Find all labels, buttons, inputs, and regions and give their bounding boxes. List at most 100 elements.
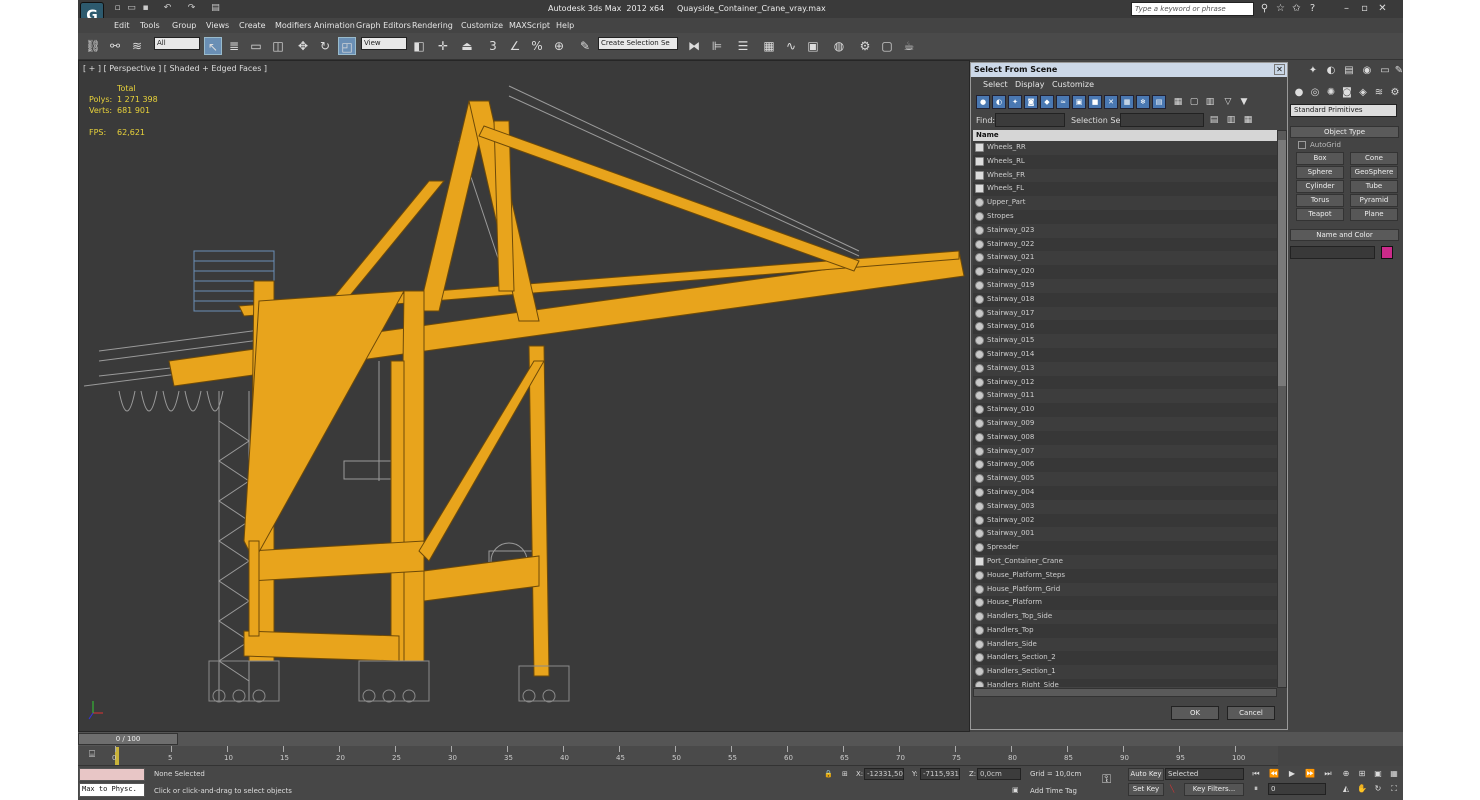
help-icon[interactable]: ? — [1306, 2, 1319, 15]
save-icon[interactable]: ▪ — [140, 3, 151, 14]
maxscript-output[interactable]: Max to Physc. — [79, 783, 145, 797]
zoom-extents-all-icon[interactable]: ▦ — [1388, 768, 1400, 780]
plane-button[interactable]: Plane — [1350, 208, 1398, 221]
close-icon[interactable]: ✕ — [1376, 2, 1389, 15]
rotate-icon[interactable]: ↻ — [316, 37, 334, 55]
binoculars-icon[interactable]: ⚲ — [1258, 2, 1271, 15]
filter-geometry-icon[interactable]: ● — [976, 95, 990, 109]
open-icon[interactable]: ▭ — [126, 3, 137, 14]
move-icon[interactable]: ✥ — [294, 37, 312, 55]
select-manipulate-icon[interactable]: ✛ — [434, 37, 452, 55]
time-slider-track[interactable]: 0 / 100 — [78, 732, 1403, 746]
list-item[interactable]: Stairway_011 — [973, 389, 1277, 403]
menu-modifiers[interactable]: Modifiers — [275, 21, 312, 30]
orbit-icon[interactable]: ↻ — [1372, 783, 1384, 795]
track-bar[interactable]: ⌸ 0 5 10 15 20 25 30 35 40 45 50 55 60 65 70 75 80 85 90 95… — [78, 746, 1278, 766]
next-frame-icon[interactable]: ⏩ — [1304, 768, 1316, 780]
scrollbar-thumb[interactable] — [1278, 140, 1286, 386]
torus-button[interactable]: Torus — [1296, 194, 1344, 207]
list-item[interactable]: Handlers_Right_Side — [973, 679, 1277, 687]
name-column-header[interactable]: Name — [973, 130, 1277, 141]
keyboard-shortcut-icon[interactable]: ⏏ — [458, 37, 476, 55]
object-name-field[interactable] — [1290, 246, 1375, 259]
list-item[interactable]: Stairway_013 — [973, 362, 1277, 376]
crane-model[interactable] — [79, 61, 970, 732]
curve-editor-icon[interactable]: ∿ — [782, 37, 800, 55]
list-item[interactable]: Stairway_021 — [973, 251, 1277, 265]
list-item[interactable]: Stairway_009 — [973, 417, 1277, 431]
menu-graph-editors[interactable]: Graph Editors — [356, 21, 411, 30]
schematic-view-icon[interactable]: ▣ — [804, 37, 822, 55]
list-item[interactable]: Handlers_Side — [973, 638, 1277, 652]
selection-filter-dropdown[interactable]: All — [154, 37, 200, 50]
edit-named-selection-icon[interactable]: ✎ — [576, 37, 594, 55]
list-item[interactable]: Stairway_010 — [973, 403, 1277, 417]
render-production-icon[interactable]: ☕ — [900, 37, 918, 55]
named-selection-set-dropdown[interactable]: Create Selection Se — [598, 37, 678, 50]
go-to-end-icon[interactable]: ⏭ — [1322, 768, 1334, 780]
y-coordinate-field[interactable]: -7115,931 — [920, 768, 960, 780]
list-item[interactable]: Stairway_006 — [973, 458, 1277, 473]
material-editor-icon[interactable]: ◍ — [830, 37, 848, 55]
menu-rendering[interactable]: Rendering — [412, 21, 453, 30]
pyramid-button[interactable]: Pyramid — [1350, 194, 1398, 207]
dialog-menu-customize[interactable]: Customize — [1052, 80, 1094, 89]
window-crossing-icon[interactable]: ◫ — [269, 37, 287, 55]
filter-hidden-icon[interactable]: ▤ — [1152, 95, 1166, 109]
time-tag-icon[interactable]: ▣ — [1012, 786, 1019, 794]
go-to-start-icon[interactable]: ⏮ — [1250, 768, 1262, 780]
primitive-type-dropdown[interactable]: Standard Primitives — [1290, 104, 1397, 117]
filter-shapes-icon[interactable]: ◐ — [992, 95, 1006, 109]
snaps-toggle-icon[interactable]: 3 — [484, 37, 502, 55]
filter-helpers-icon[interactable]: ◆ — [1040, 95, 1054, 109]
link-icon[interactable]: ⛓ — [84, 37, 102, 55]
redo-icon[interactable]: ↷ — [186, 3, 197, 14]
lights-icon[interactable]: ✺ — [1324, 86, 1338, 100]
sync-selection-icon[interactable]: ▦ — [1241, 113, 1255, 127]
list-item[interactable]: Stairway_016 — [973, 320, 1277, 335]
helpers-icon[interactable]: ◈ — [1356, 86, 1370, 100]
geosphere-button[interactable]: GeoSphere — [1350, 166, 1398, 179]
filter-options-icon[interactable]: ▼ — [1237, 95, 1251, 109]
graphite-ribbon-icon[interactable]: ▦ — [760, 37, 778, 55]
select-none-icon[interactable]: ▢ — [1187, 95, 1201, 109]
display-children-icon[interactable]: ▤ — [1207, 113, 1221, 127]
render-setup-icon[interactable]: ⚙ — [856, 37, 874, 55]
list-item[interactable]: Handlers_Top_Side — [973, 610, 1277, 624]
filter-cameras-icon[interactable]: ◙ — [1024, 95, 1038, 109]
systems-icon[interactable]: ⚙ — [1388, 86, 1402, 100]
list-item[interactable]: Wheels_RL — [973, 154, 1277, 169]
minimize-icon[interactable]: – — [1340, 2, 1353, 15]
ok-button[interactable]: OK — [1171, 706, 1219, 720]
mirror-icon[interactable]: ⧓ — [685, 37, 703, 55]
teapot-button[interactable]: Teapot — [1296, 208, 1344, 221]
previous-frame-icon[interactable]: ⏪ — [1268, 768, 1280, 780]
list-item[interactable]: Upper_Part — [973, 196, 1277, 210]
percent-snap-icon[interactable]: % — [528, 37, 546, 55]
open-mini-curve-editor-icon[interactable]: ⌸ — [82, 747, 102, 763]
angle-snap-icon[interactable]: ∠ — [506, 37, 524, 55]
spacewarps-icon[interactable]: ≋ — [1372, 86, 1386, 100]
filter-groups-icon[interactable]: ▣ — [1072, 95, 1086, 109]
layer-manager-icon[interactable]: ☰ — [734, 37, 752, 55]
list-item[interactable]: House_Platform_Grid — [973, 583, 1277, 597]
list-item[interactable]: Stairway_012 — [973, 375, 1277, 390]
list-item[interactable]: Stairway_020 — [973, 265, 1277, 279]
display-tab-icon[interactable]: ▭ — [1378, 64, 1392, 78]
add-time-tag[interactable]: Add Time Tag — [1030, 787, 1077, 795]
undo-icon[interactable]: ↶ — [162, 3, 173, 14]
filter-spacewarps-icon[interactable]: ≈ — [1056, 95, 1070, 109]
list-item[interactable]: Handlers_Top — [973, 623, 1277, 638]
menu-create[interactable]: Create — [239, 21, 266, 30]
scale-icon[interactable]: ◰ — [338, 37, 356, 55]
list-item[interactable]: Port_Container_Crane — [973, 555, 1277, 569]
name-and-color-rollout[interactable]: Name and Color — [1290, 229, 1399, 241]
rect-selection-icon[interactable]: ▭ — [247, 37, 265, 55]
spinner-snap-icon[interactable]: ⊕ — [550, 37, 568, 55]
dialog-menu-display[interactable]: Display — [1015, 80, 1045, 89]
dialog-title[interactable]: Select From Scene — [971, 63, 1287, 77]
menu-edit[interactable]: Edit — [114, 21, 130, 30]
list-item[interactable]: Stairway_003 — [973, 500, 1277, 514]
modify-tab-icon[interactable]: ◐ — [1324, 64, 1338, 78]
object-color-swatch[interactable] — [1381, 246, 1393, 259]
